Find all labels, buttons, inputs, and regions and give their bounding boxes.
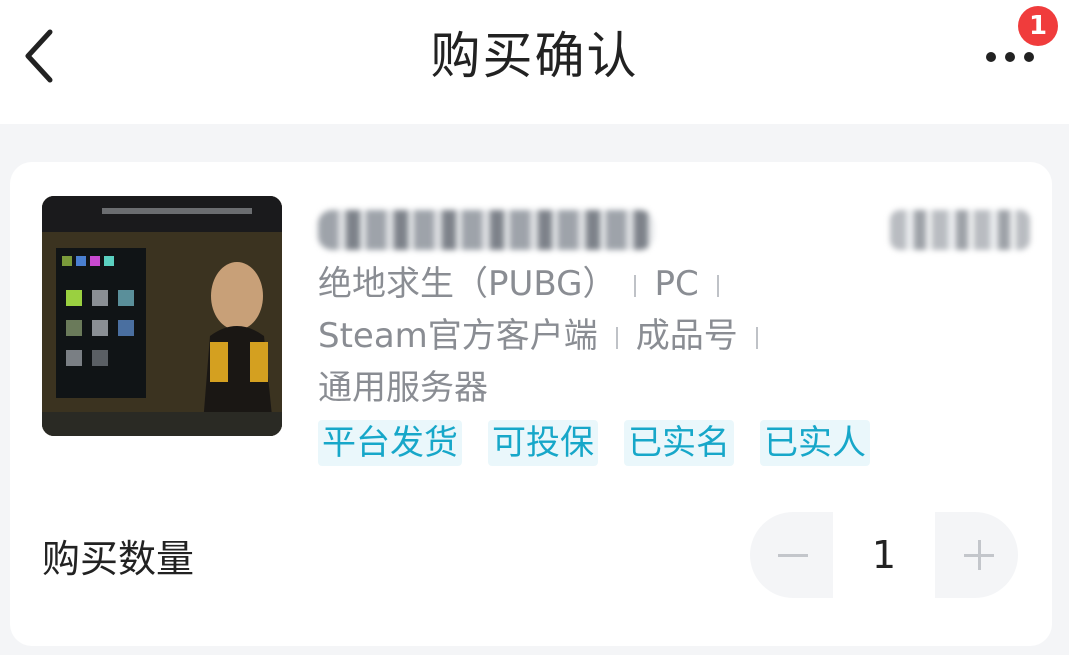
spec-line-client: Steam官方客户端 成品号: [318, 314, 776, 358]
top-nav-bar: 购买确认 1: [0, 0, 1069, 124]
more-dot: [1024, 52, 1034, 62]
plus-icon[interactable]: [936, 512, 1018, 598]
product-thumbnail[interactable]: [42, 196, 282, 436]
spec-platform: PC: [654, 264, 699, 304]
tag-platform-delivery: 平台发货: [318, 420, 462, 466]
stepper-divider: [932, 512, 935, 598]
spec-separator: [634, 275, 637, 297]
notification-badge: 1: [1018, 6, 1058, 46]
quantity-stepper: 1: [750, 512, 1018, 598]
spec-separator: [755, 327, 758, 349]
spec-line-server: 通用服务器: [318, 366, 488, 410]
minus-icon[interactable]: [750, 512, 832, 598]
tag-real-person: 已实人: [760, 420, 870, 466]
spec-account-type: 成品号: [635, 316, 738, 356]
spec-game: 绝地求生（PUBG）: [318, 264, 617, 304]
page-title: 购买确认: [430, 27, 639, 85]
quantity-value[interactable]: 1: [836, 512, 932, 598]
tag-real-name: 已实名: [624, 420, 734, 466]
more-dots-icon: [986, 52, 996, 62]
spec-separator: [615, 327, 618, 349]
quantity-label: 购买数量: [42, 537, 195, 581]
product-name-redacted: [318, 210, 654, 250]
spec-separator: [716, 275, 719, 297]
game-screenshot-image: [42, 196, 282, 436]
order-item-card: 绝地求生（PUBG） PC Steam官方客户端 成品号 通用服务器 平台发货 可投…: [10, 162, 1052, 646]
spec-client: Steam官方客户端: [318, 316, 598, 356]
spec-line-game: 绝地求生（PUBG） PC: [318, 262, 737, 306]
tag-insurable: 可投保: [488, 420, 598, 466]
spec-server: 通用服务器: [318, 368, 488, 408]
product-price-redacted: [890, 210, 1030, 250]
product-tags: 平台发货 可投保 已实名 已实人: [318, 420, 870, 466]
more-dot: [1005, 52, 1015, 62]
